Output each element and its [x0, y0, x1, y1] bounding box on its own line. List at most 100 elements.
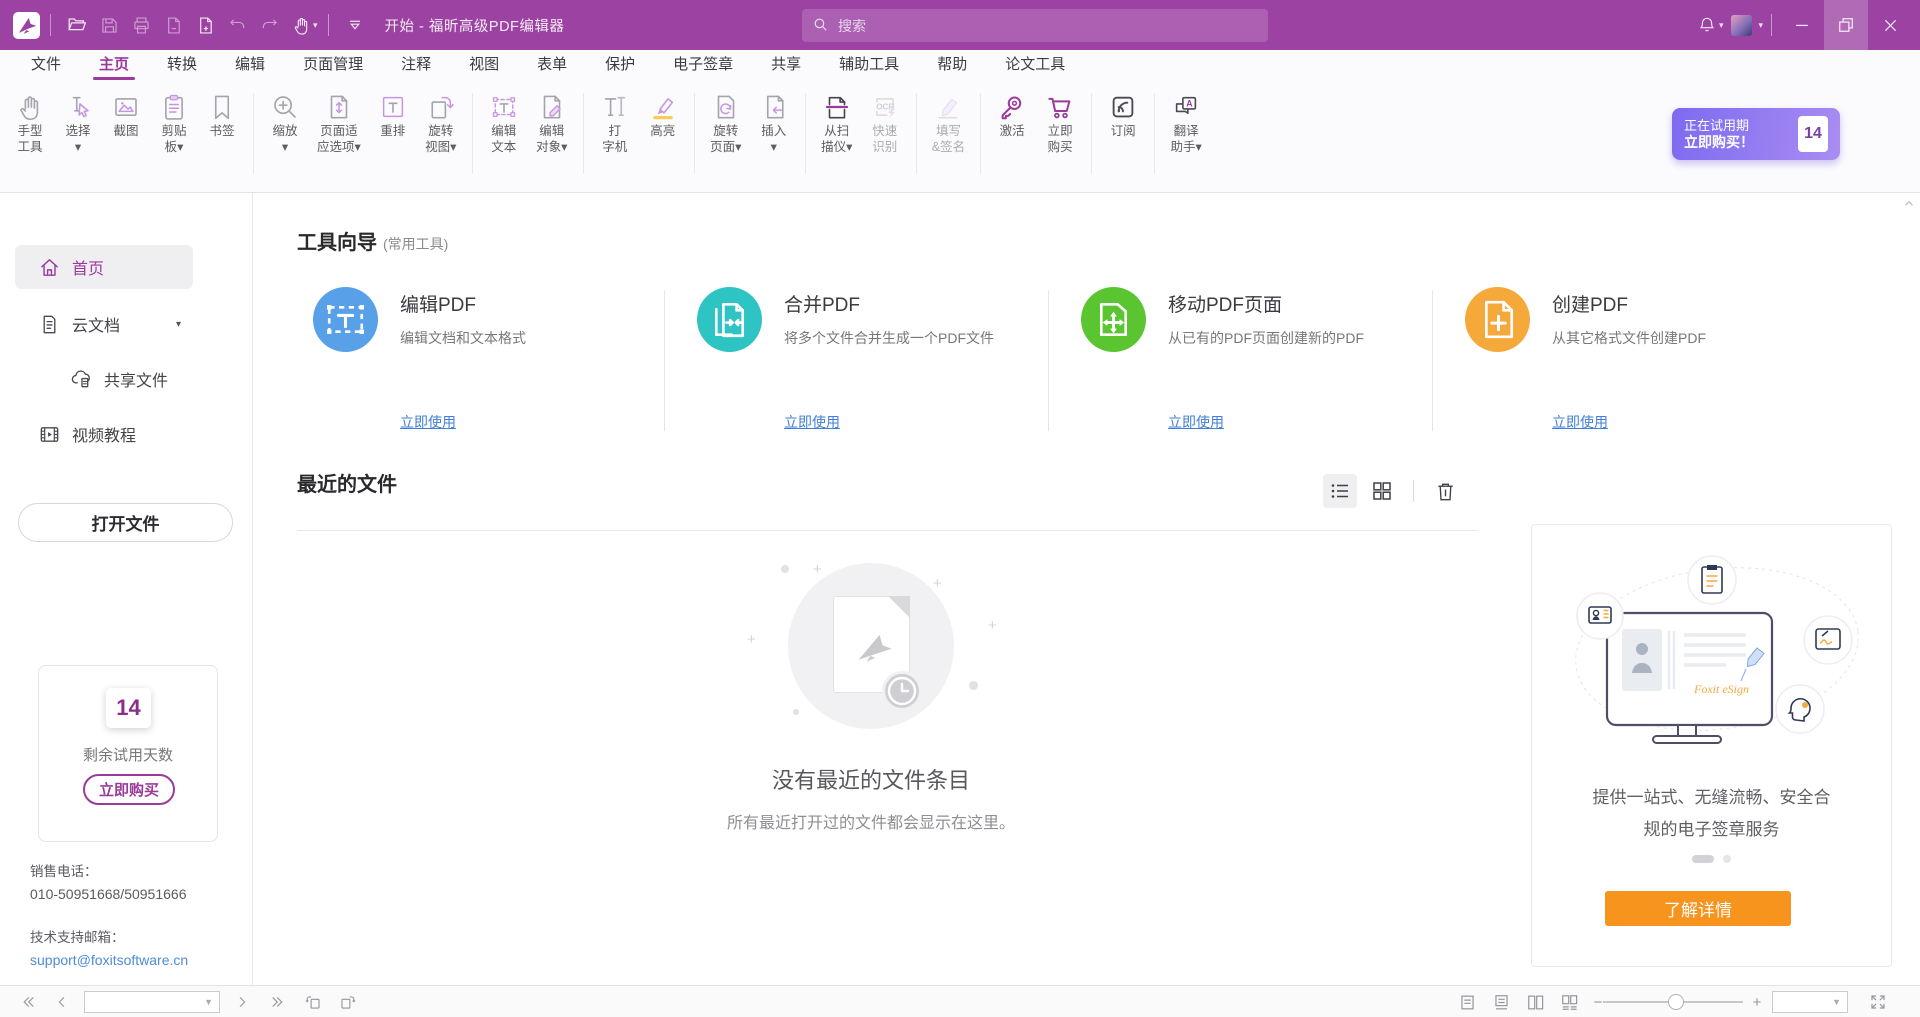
zoom-slider-handle[interactable]: [1668, 994, 1684, 1010]
menu-tab-8[interactable]: 表单: [518, 50, 586, 80]
ribbon-fit-page-button[interactable]: 页面适应选项▾: [309, 80, 369, 192]
buy-now-button[interactable]: 立即购买: [83, 774, 175, 805]
delete-page-button[interactable]: [157, 9, 189, 41]
zoom-level-combobox[interactable]: ▼: [1772, 991, 1848, 1013]
ribbon-hand-tool-button[interactable]: 手型工具: [6, 80, 54, 192]
redo-button[interactable]: [253, 9, 285, 41]
add-page-button[interactable]: [189, 9, 221, 41]
trial-badge[interactable]: 正在试用期 立即购买！ 14: [1672, 108, 1840, 160]
ribbon-cart-button[interactable]: 立即购买: [1036, 80, 1084, 192]
menu-tab-14[interactable]: 论文工具: [986, 50, 1084, 80]
chevron-down-icon[interactable]: ▾: [1758, 20, 1763, 31]
facing-view-button[interactable]: [1520, 986, 1550, 1017]
ribbon-fill-sign-button[interactable]: 填写&签名: [924, 80, 973, 192]
minimize-button[interactable]: [1780, 0, 1824, 50]
menu-tab-4[interactable]: 编辑: [216, 50, 284, 80]
merge-pdf-icon[interactable]: [697, 287, 762, 352]
support-email-link[interactable]: support@foxitsoftware.cn: [30, 952, 188, 968]
ribbon-group-divider: [1091, 93, 1092, 174]
ribbon-reflow-button[interactable]: 重排: [369, 80, 417, 192]
ribbon-translate-button[interactable]: A翻译助手▾: [1162, 80, 1210, 192]
carousel-dot-active[interactable]: [1692, 855, 1714, 863]
open-file-big-button[interactable]: 打开文件: [18, 503, 233, 542]
tool-card-merge-pdf: 合并PDF将多个文件合并生成一个PDF文件立即使用: [697, 278, 1081, 433]
page-number-combobox[interactable]: ▼: [84, 991, 220, 1013]
clear-recent-trash-button[interactable]: [1428, 474, 1462, 508]
edit-pdf-icon[interactable]: [313, 287, 378, 352]
search-input[interactable]: [802, 9, 1268, 42]
sidebar-item-share-file[interactable]: 共享文件: [15, 359, 193, 399]
menu-tab-10[interactable]: 电子签章: [654, 50, 752, 80]
menu-tab-9[interactable]: 保护: [586, 50, 654, 80]
open-file-button[interactable]: [61, 9, 93, 41]
chevron-down-icon[interactable]: ▾: [1719, 20, 1724, 31]
learn-more-button[interactable]: 了解详情: [1605, 891, 1791, 926]
carousel-dot[interactable]: [1723, 855, 1731, 863]
scrollbar-up-icon[interactable]: [1902, 197, 1916, 216]
menu-tab-1[interactable]: 文件: [12, 50, 80, 80]
print-button[interactable]: [125, 9, 157, 41]
first-page-button[interactable]: [14, 986, 42, 1017]
ribbon-insert-pages-button[interactable]: 插入▾: [750, 80, 798, 192]
restore-button[interactable]: [1824, 0, 1868, 50]
move-pdf-icon[interactable]: [1081, 287, 1146, 352]
next-page-button[interactable]: [230, 986, 254, 1017]
home-icon: [37, 255, 61, 279]
menu-tab-12[interactable]: 辅助工具: [820, 50, 918, 80]
user-avatar[interactable]: [1731, 15, 1752, 36]
toolbar-collapse-button[interactable]: [339, 9, 371, 41]
continuous-view-button[interactable]: [1486, 986, 1516, 1017]
rotate-right-button[interactable]: [332, 986, 362, 1017]
ribbon-ocr-button[interactable]: OCR快速识别: [861, 80, 909, 192]
ribbon-group-divider: [694, 93, 695, 174]
ribbon-button-label: 板▾: [165, 139, 184, 155]
carousel-dots[interactable]: [1532, 855, 1891, 863]
chevron-down-icon[interactable]: ▾: [313, 20, 318, 31]
use-now-link[interactable]: 立即使用: [400, 412, 456, 432]
menu-tab-6[interactable]: 注释: [382, 50, 450, 80]
list-view-button[interactable]: [1323, 474, 1357, 508]
recent-divider: [297, 530, 1477, 531]
ribbon-typewriter-button[interactable]: 打字机: [591, 80, 639, 192]
sidebar-item-home[interactable]: 首页: [15, 245, 193, 289]
ribbon-highlight-button[interactable]: 高亮: [639, 80, 687, 192]
facing-continuous-view-button[interactable]: [1554, 986, 1584, 1017]
use-now-link[interactable]: 立即使用: [784, 412, 840, 432]
menu-tab-5[interactable]: 页面管理: [284, 50, 382, 80]
sidebar-item-video[interactable]: 视频教程: [15, 414, 193, 454]
sidebar-item-cloud-doc[interactable]: 云文档▾: [15, 304, 193, 344]
ribbon-edit-text-button[interactable]: 编辑文本: [480, 80, 528, 192]
ribbon-subscribe-button[interactable]: 订阅: [1099, 80, 1147, 192]
menu-tab-2[interactable]: 主页: [80, 50, 148, 80]
create-pdf-icon[interactable]: [1465, 287, 1530, 352]
save-button[interactable]: [93, 9, 125, 41]
rotate-left-button[interactable]: [298, 986, 328, 1017]
ribbon-rotate-view-button[interactable]: 旋转视图▾: [417, 80, 465, 192]
ribbon-select-button[interactable]: 选择▾: [54, 80, 102, 192]
ribbon-zoom-button[interactable]: 缩放▾: [261, 80, 309, 192]
menu-tab-13[interactable]: 帮助: [918, 50, 986, 80]
undo-button[interactable]: [221, 9, 253, 41]
ribbon-rotate-pages-button[interactable]: 旋转页面▾: [702, 80, 750, 192]
last-page-button[interactable]: [264, 986, 292, 1017]
menu-tab-7[interactable]: 视图: [450, 50, 518, 80]
chevron-down-icon[interactable]: ▾: [176, 319, 181, 330]
close-button[interactable]: [1868, 0, 1912, 50]
fullscreen-button[interactable]: [1862, 986, 1894, 1017]
ribbon-bookmark-button[interactable]: 书签: [198, 80, 246, 192]
use-now-link[interactable]: 立即使用: [1552, 412, 1608, 432]
ribbon-edit-object-button[interactable]: 编辑对象▾: [528, 80, 576, 192]
single-page-view-button[interactable]: [1452, 986, 1482, 1017]
prev-page-button[interactable]: [50, 986, 74, 1017]
ribbon-button-label: 缩放: [272, 123, 297, 139]
ribbon-snapshot-button[interactable]: 截图: [102, 80, 150, 192]
use-now-link[interactable]: 立即使用: [1168, 412, 1224, 432]
ribbon-activate-button[interactable]: 激活: [988, 80, 1036, 192]
menu-tab-3[interactable]: 转换: [148, 50, 216, 80]
ribbon-group: 从扫描仪▾OCR快速识别: [813, 80, 909, 192]
zoom-in-button[interactable]: +: [1748, 986, 1766, 1017]
ribbon-clipboard-button[interactable]: 剪贴板▾: [150, 80, 198, 192]
grid-view-button[interactable]: [1365, 474, 1399, 508]
ribbon-scanner-button[interactable]: 从扫描仪▾: [813, 80, 861, 192]
menu-tab-11[interactable]: 共享: [752, 50, 820, 80]
